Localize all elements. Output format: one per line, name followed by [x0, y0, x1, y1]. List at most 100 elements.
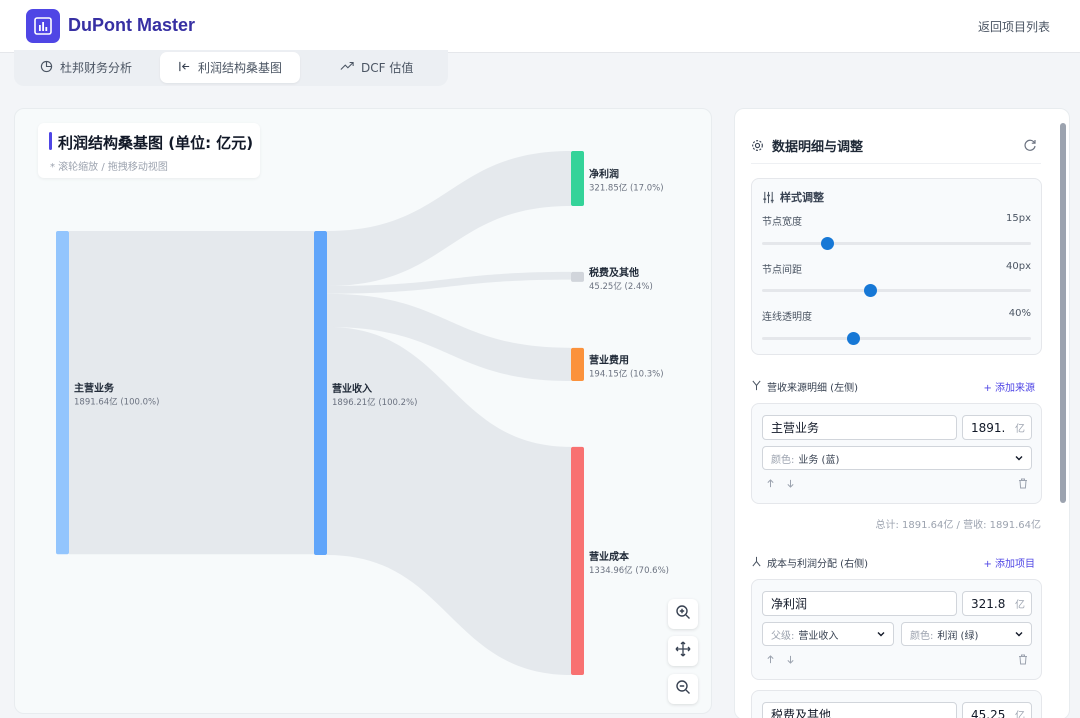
trash-icon[interactable]: [1018, 654, 1028, 668]
slider-value-link-opacity: 40%: [1008, 308, 1031, 319]
node-value-label: 1896.21亿 (100.2%): [332, 397, 417, 408]
tab-label: DCF 估值: [361, 61, 414, 75]
zoom-in-icon: [675, 604, 691, 624]
item-color-select[interactable]: 颜色: 利润 (绿): [901, 622, 1032, 646]
chevron-down-icon: [1014, 453, 1024, 466]
unit-label: 亿: [1015, 600, 1025, 611]
scrollbar[interactable]: [1060, 123, 1066, 503]
node-gap-slider[interactable]: [762, 284, 1031, 297]
move-down-icon[interactable]: [786, 655, 795, 667]
section-title: 成本与利润分配 (右侧): [767, 559, 868, 570]
divider: [751, 163, 1041, 164]
cost-item-card: 税费及其他 45.25 亿: [751, 690, 1042, 718]
top-header: DuPont Master 返回项目列表: [0, 0, 1080, 53]
pie-chart-icon: [40, 60, 53, 76]
chart-hint: * 滚轮缩放 / 拖拽移动视图: [50, 162, 168, 173]
link-opacity-slider[interactable]: [762, 332, 1031, 345]
sankey-node-net-profit[interactable]: [571, 151, 584, 206]
source-color-select[interactable]: 颜色: 业务 (蓝): [762, 446, 1032, 470]
tab-dcf-valuation[interactable]: DCF 估值: [340, 52, 413, 83]
move-up-icon[interactable]: [766, 655, 775, 667]
item-name-input[interactable]: 税费及其他: [762, 702, 957, 718]
view-tabs: 杜邦财务分析 利润结构桑基图 DCF 估值: [14, 50, 448, 86]
slider-thumb[interactable]: [847, 332, 861, 345]
sankey-node-cost[interactable]: [571, 446, 584, 675]
slider-value-node-width: 15px: [1006, 213, 1031, 224]
slider-thumb[interactable]: [820, 237, 834, 250]
sankey-icon: [178, 60, 191, 76]
section-title: 营收来源明细 (左侧): [767, 383, 858, 394]
pan-button[interactable]: [668, 636, 698, 666]
sankey-node-main-business[interactable]: [56, 231, 69, 555]
chevron-down-icon: [876, 629, 886, 642]
source-value-input[interactable]: 1891. 亿: [962, 415, 1032, 440]
sankey-chart-panel[interactable]: 主营业务 1891.64亿 (100.0%) 营业收入 1896.21亿 (100.2…: [14, 108, 712, 714]
sankey-node-opex[interactable]: [571, 347, 584, 381]
item-value-input[interactable]: 321.8 亿: [962, 591, 1032, 616]
tab-sankey[interactable]: 利润结构桑基图: [160, 52, 300, 83]
source-name-input[interactable]: 主营业务: [762, 415, 957, 440]
refresh-icon[interactable]: [1023, 137, 1037, 156]
slider-value-node-gap: 40px: [1006, 261, 1031, 272]
input-value: 主营业务: [771, 421, 820, 435]
sankey-node-revenue[interactable]: [314, 231, 327, 555]
select-value: 业务 (蓝): [798, 454, 840, 466]
logo-icon: [26, 9, 60, 43]
select-prefix: 父级:: [771, 630, 795, 642]
node-width-slider[interactable]: [762, 237, 1031, 250]
back-to-projects-link[interactable]: 返回项目列表: [978, 18, 1050, 35]
slider-label-node-gap: 节点间距: [762, 265, 802, 276]
chart-title-card: 利润结构桑基图 (单位: 亿元) * 滚轮缩放 / 拖拽移动视图: [38, 123, 260, 178]
item-name-input[interactable]: 净利润: [762, 591, 957, 616]
move-icon: [675, 641, 691, 661]
node-value-label: 1891.64亿 (100.0%): [74, 397, 159, 408]
node-label: 营业收入: [332, 382, 372, 395]
sankey-node-tax-other[interactable]: [571, 271, 584, 282]
zoom-out-button[interactable]: [668, 674, 698, 704]
move-up-icon[interactable]: [766, 479, 775, 491]
input-value: 1891.: [971, 420, 1006, 435]
node-value-label: 45.25亿 (2.4%): [589, 281, 653, 292]
unit-label: 亿: [1015, 424, 1025, 435]
gear-icon: [751, 137, 764, 156]
revenue-section-label: 营收来源明细 (左侧): [751, 379, 858, 394]
parent-select[interactable]: 父级: 营业收入: [762, 622, 894, 646]
style-panel-title: 样式调整: [780, 191, 824, 204]
add-source-button[interactable]: + 添加来源: [983, 379, 1035, 394]
item-value-input[interactable]: 45.25 亿: [962, 702, 1032, 718]
tab-dupont-analysis[interactable]: 杜邦财务分析: [40, 52, 132, 83]
node-label: 营业费用: [589, 353, 629, 366]
title-accent-bar: [49, 132, 52, 150]
select-value: 利润 (绿): [937, 630, 979, 642]
node-value-label: 1334.96亿 (70.6%): [589, 565, 669, 576]
tab-label: 杜邦财务分析: [60, 61, 133, 75]
chevron-down-icon: [1014, 629, 1024, 642]
merge-icon: [751, 380, 762, 394]
trash-icon[interactable]: [1018, 478, 1028, 492]
input-value: 净利润: [771, 597, 808, 611]
zoom-out-icon: [675, 679, 691, 699]
node-label: 营业成本: [589, 550, 630, 563]
zoom-in-button[interactable]: [668, 599, 698, 629]
move-down-icon[interactable]: [786, 479, 795, 491]
trending-up-icon: [340, 60, 354, 75]
input-value: 321.8: [971, 596, 1006, 611]
split-icon: [751, 556, 762, 570]
node-value-label: 321.85亿 (17.0%): [589, 182, 664, 193]
sliders-icon: [762, 189, 775, 208]
input-value: 45.25: [971, 707, 1006, 718]
input-value: 税费及其他: [771, 708, 832, 718]
data-detail-panel: 数据明细与调整 样式调整 节点宽度 15px 节点间距 40px 连线透明度 4…: [734, 108, 1070, 718]
slider-label-link-opacity: 连线透明度: [762, 312, 812, 323]
tab-label: 利润结构桑基图: [197, 61, 282, 75]
panel-title: 数据明细与调整: [772, 140, 864, 155]
select-value: 营业收入: [798, 630, 839, 642]
add-item-button[interactable]: + 添加项目: [983, 555, 1035, 570]
revenue-total: 总计: 1891.64亿 / 营收: 1891.64亿: [875, 520, 1041, 531]
cost-item-card: 净利润 321.8 亿 父级: 营业收入 颜色: 利润 (绿): [751, 579, 1042, 680]
node-label: 净利润: [589, 167, 619, 180]
slider-thumb[interactable]: [863, 284, 877, 297]
node-label: 主营业务: [74, 382, 115, 395]
slider-label-node-width: 节点宽度: [762, 217, 802, 228]
sankey-chart[interactable]: 主营业务 1891.64亿 (100.0%) 营业收入 1896.21亿 (100.2…: [15, 109, 712, 714]
